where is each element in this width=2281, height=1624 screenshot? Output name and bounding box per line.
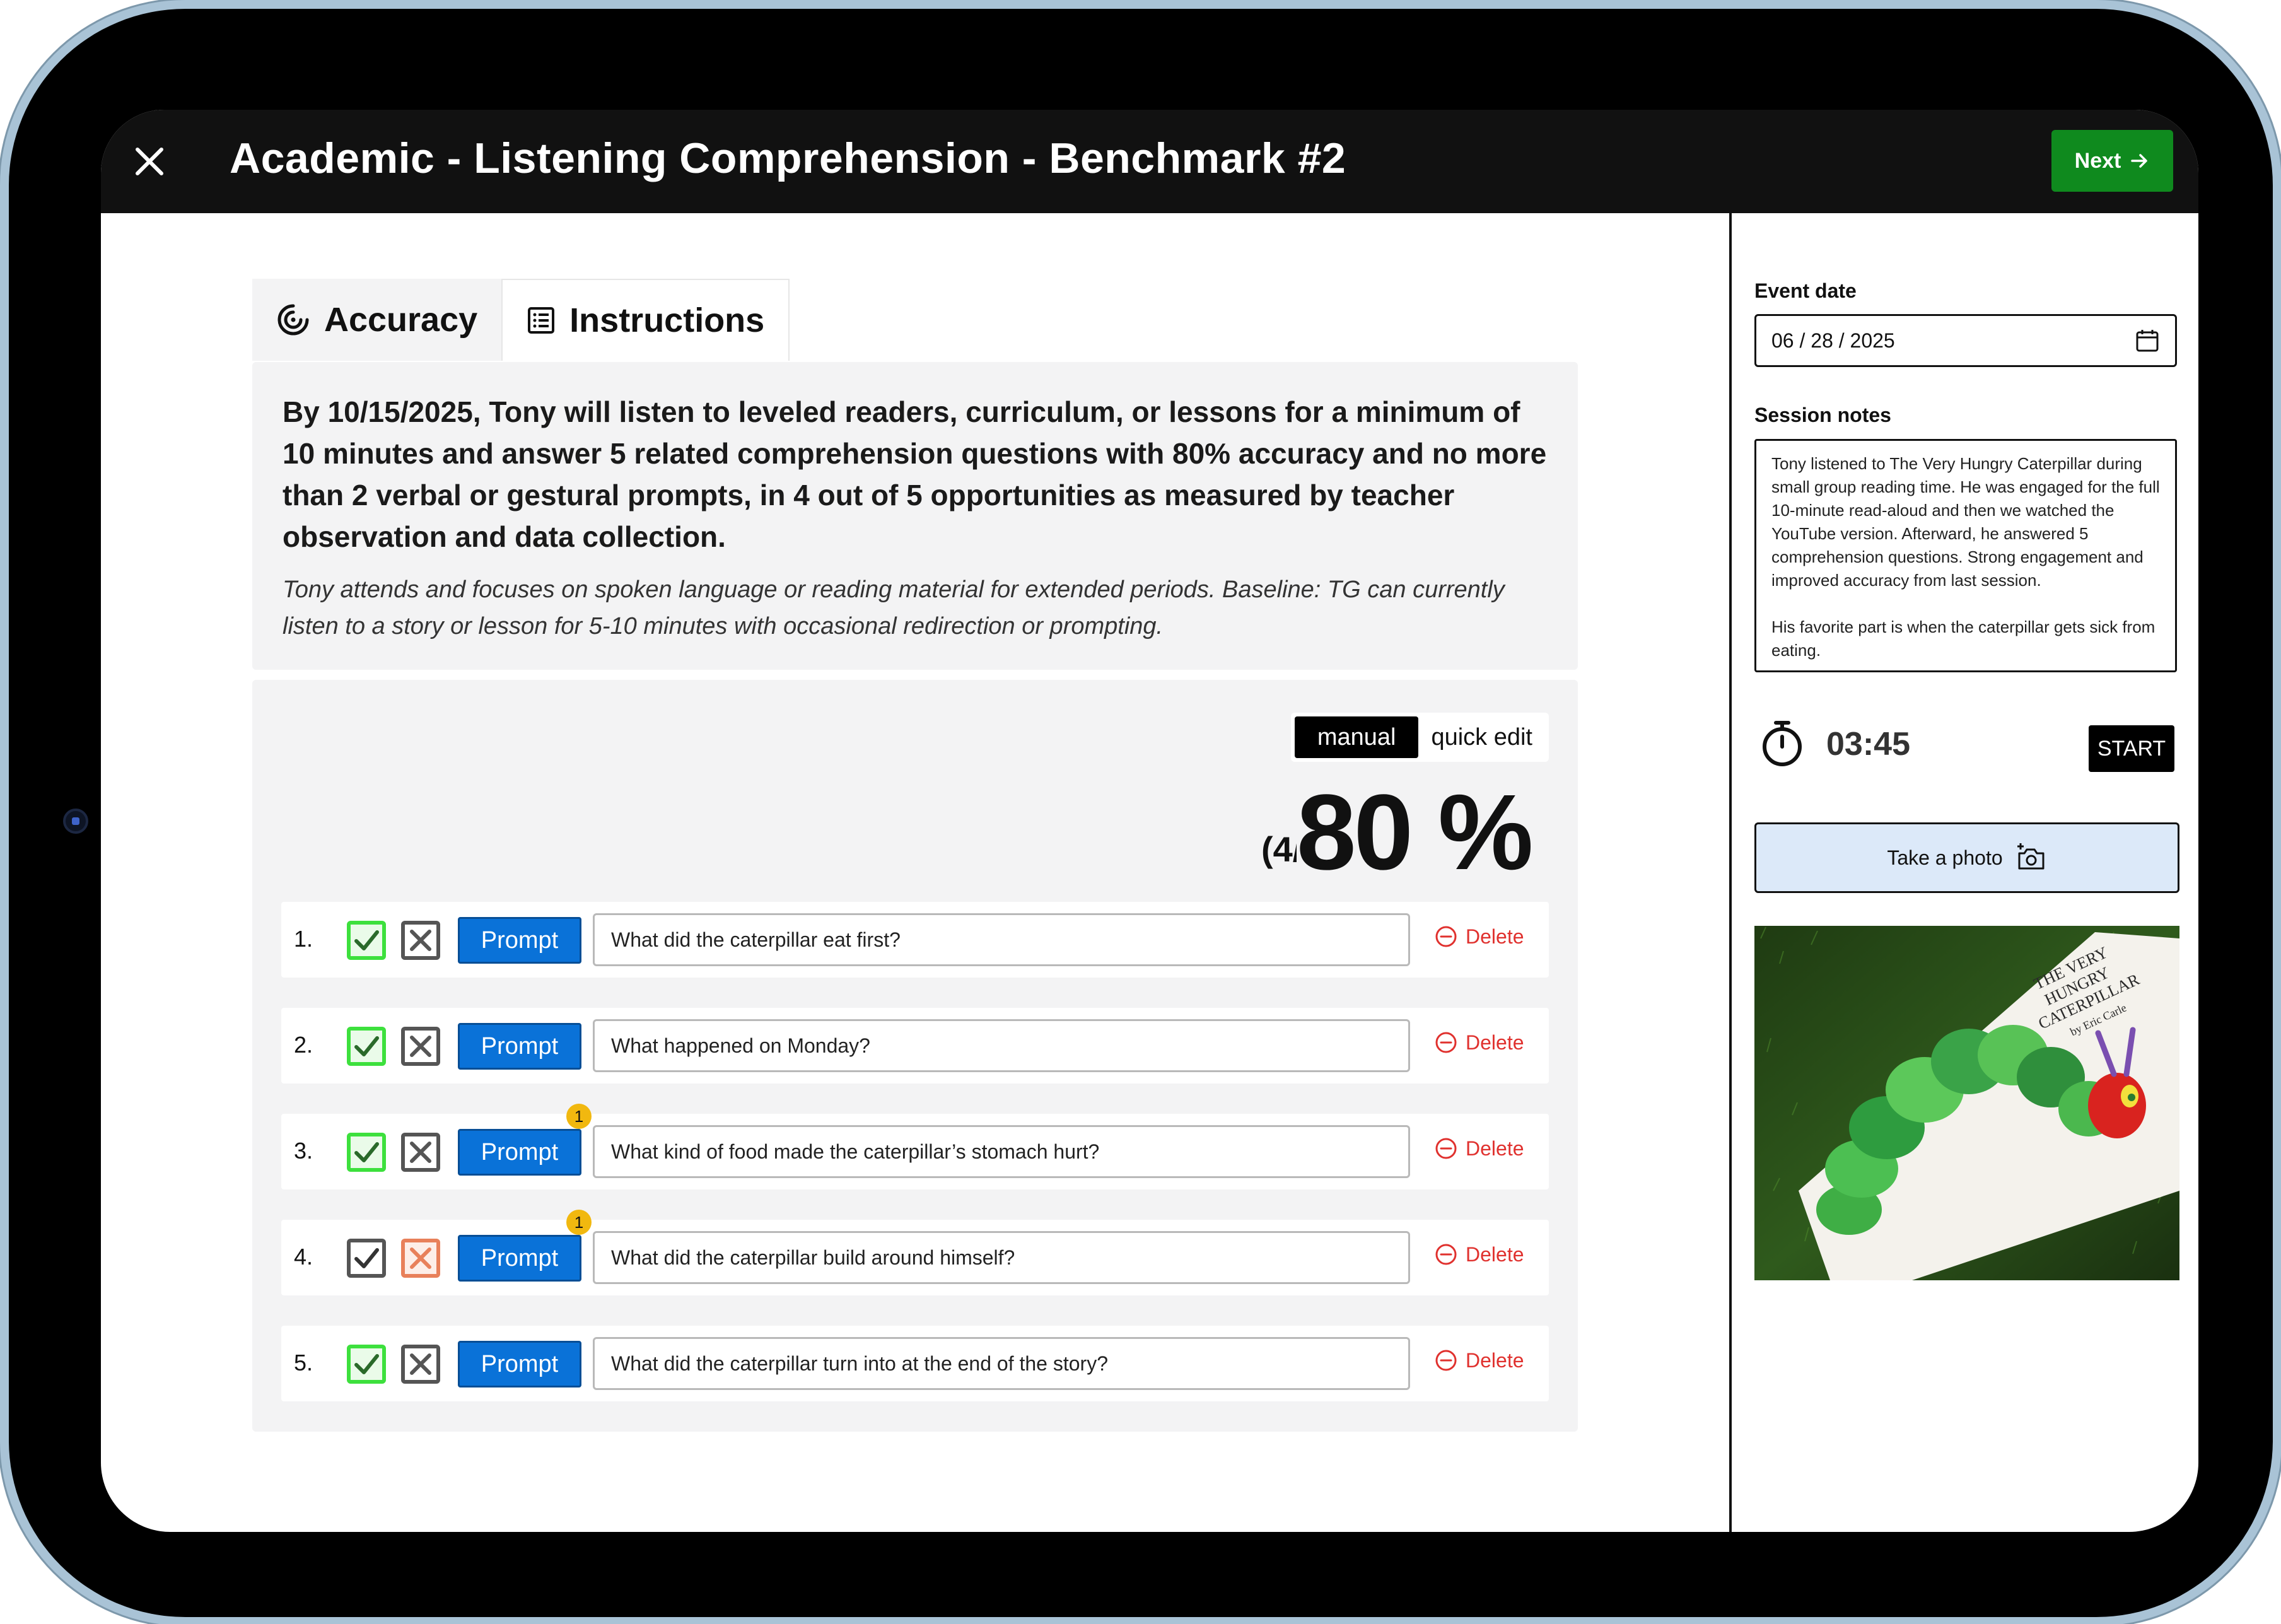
question-row: 1. Prompt Delete [281, 902, 1549, 978]
prompt-button[interactable]: Prompt [458, 1341, 581, 1387]
event-date-value: 06 / 28 / 2025 [1771, 329, 1895, 352]
session-notes-label: Session notes [1754, 404, 1891, 426]
close-button[interactable] [126, 138, 173, 185]
timer-display: 03:45 [1826, 726, 1910, 762]
goal-panel: By 10/15/2025, Tony will listen to level… [252, 362, 1578, 670]
prompt-button[interactable]: Prompt [458, 1023, 581, 1070]
header-bar: Academic - Listening Comprehension - Ben… [101, 110, 2198, 213]
mark-incorrect-checkbox[interactable] [401, 1345, 440, 1384]
minus-circle-icon [1435, 1032, 1457, 1053]
tablet-frame: Academic - Listening Comprehension - Ben… [9, 9, 2273, 1617]
app-screen: Academic - Listening Comprehension - Ben… [101, 110, 2198, 1532]
session-notes-paragraph: Tony listened to The Very Hungry Caterpi… [1771, 454, 2160, 590]
delete-question-button[interactable]: Delete [1434, 1136, 1524, 1160]
take-photo-label: Take a photo [1887, 846, 2003, 869]
prompt-button[interactable]: Prompt [458, 917, 581, 964]
minus-circle-icon [1435, 1138, 1457, 1159]
mark-incorrect-checkbox[interactable] [401, 1239, 440, 1278]
mode-toggle: manual quick edit [1290, 713, 1549, 762]
tab-label: Accuracy [324, 301, 478, 339]
mark-correct-checkbox[interactable] [347, 1345, 386, 1384]
goal-baseline: Tony attends and focuses on spoken langu… [283, 576, 1505, 640]
quick-edit-mode-button[interactable]: quick edit [1418, 716, 1545, 758]
delete-label: Delete [1466, 1031, 1524, 1054]
question-row: 2. Prompt Delete [281, 1008, 1549, 1084]
event-date-label: Event date [1754, 279, 1857, 302]
mark-incorrect-checkbox[interactable] [401, 921, 440, 960]
list-icon [528, 307, 555, 334]
prompt-count-badge: 1 [566, 1104, 592, 1129]
start-timer-button[interactable]: START [2089, 725, 2174, 772]
mark-correct-checkbox[interactable] [347, 1239, 386, 1278]
minus-circle-icon [1435, 1244, 1457, 1265]
question-number: 4. [294, 1244, 313, 1270]
session-photo: THE VERY HUNGRY CATERPILLAR by Eric Carl… [1754, 926, 2179, 1280]
questions-panel: manual quick edit (4/5) 80 % 1. Prompt D… [252, 680, 1578, 1432]
question-number: 5. [294, 1350, 313, 1376]
event-date-field[interactable]: 06 / 28 / 2025 [1754, 314, 2177, 367]
question-row: 5. Prompt Delete [281, 1326, 1549, 1401]
session-notes-paragraph: His favorite part is when the caterpilla… [1771, 617, 2156, 660]
tab-label: Instructions [569, 301, 765, 339]
mark-correct-checkbox[interactable] [347, 1027, 386, 1066]
prompt-button[interactable]: Prompt [458, 1129, 581, 1176]
delete-label: Delete [1466, 1348, 1524, 1372]
target-icon [277, 304, 309, 336]
prompt-button[interactable]: Prompt [458, 1235, 581, 1282]
tab-accuracy[interactable]: Accuracy [252, 279, 502, 361]
delete-question-button[interactable]: Delete [1434, 1242, 1524, 1266]
main-content: Accuracy Instructions By 10/15/2025, Ton… [101, 213, 1729, 1532]
close-icon [136, 148, 163, 175]
delete-question-button[interactable]: Delete [1434, 925, 1524, 949]
page-title: Academic - Listening Comprehension - Ben… [230, 134, 1346, 182]
device-volume-button [235, 0, 358, 9]
delete-question-button[interactable]: Delete [1434, 1031, 1524, 1054]
question-number: 1. [294, 926, 313, 952]
question-text-input[interactable] [593, 1337, 1410, 1390]
calendar-icon [2136, 330, 2159, 352]
device-volume-button [378, 0, 501, 9]
arrow-right-icon [2131, 154, 2148, 168]
delete-label: Delete [1466, 925, 1524, 948]
goal-statement: By 10/15/2025, Tony will listen to level… [283, 395, 1547, 553]
session-notes-field[interactable]: Tony listened to The Very Hungry Caterpi… [1754, 439, 2177, 672]
camera-add-icon [2017, 843, 2045, 870]
delete-label: Delete [1466, 1242, 1524, 1266]
delete-label: Delete [1466, 1136, 1524, 1160]
question-text-input[interactable] [593, 913, 1410, 966]
delete-question-button[interactable]: Delete [1434, 1348, 1524, 1372]
minus-circle-icon [1435, 1350, 1457, 1371]
score-percent: 80 % [1297, 773, 1541, 892]
question-row: 4. Prompt 1 Delete [281, 1210, 1549, 1295]
question-text-input[interactable] [593, 1125, 1410, 1178]
device-power-button [0, 165, 9, 367]
question-row: 3. Prompt 1 Delete [281, 1104, 1549, 1189]
stopwatch-icon [1763, 721, 1802, 766]
question-number: 2. [294, 1032, 313, 1058]
question-text-input[interactable] [593, 1231, 1410, 1284]
mark-correct-checkbox[interactable] [347, 921, 386, 960]
mark-incorrect-checkbox[interactable] [401, 1133, 440, 1172]
manual-mode-button[interactable]: manual [1294, 716, 1419, 758]
take-photo-button[interactable]: Take a photo [1754, 822, 2179, 893]
question-number: 3. [294, 1138, 313, 1164]
next-label: Next [2074, 148, 2121, 173]
prompt-count-badge: 1 [566, 1210, 592, 1235]
session-sidebar: Event date 06 / 28 / 2025 Session notes … [1732, 213, 2198, 1532]
mark-incorrect-checkbox[interactable] [401, 1027, 440, 1066]
minus-circle-icon [1435, 926, 1457, 947]
question-text-input[interactable] [593, 1019, 1410, 1072]
mark-correct-checkbox[interactable] [347, 1133, 386, 1172]
tab-instructions[interactable]: Instructions [501, 279, 790, 361]
tab-bar: Accuracy Instructions [252, 279, 790, 361]
camera-icon [63, 809, 88, 834]
next-button[interactable]: Next [2051, 130, 2173, 192]
